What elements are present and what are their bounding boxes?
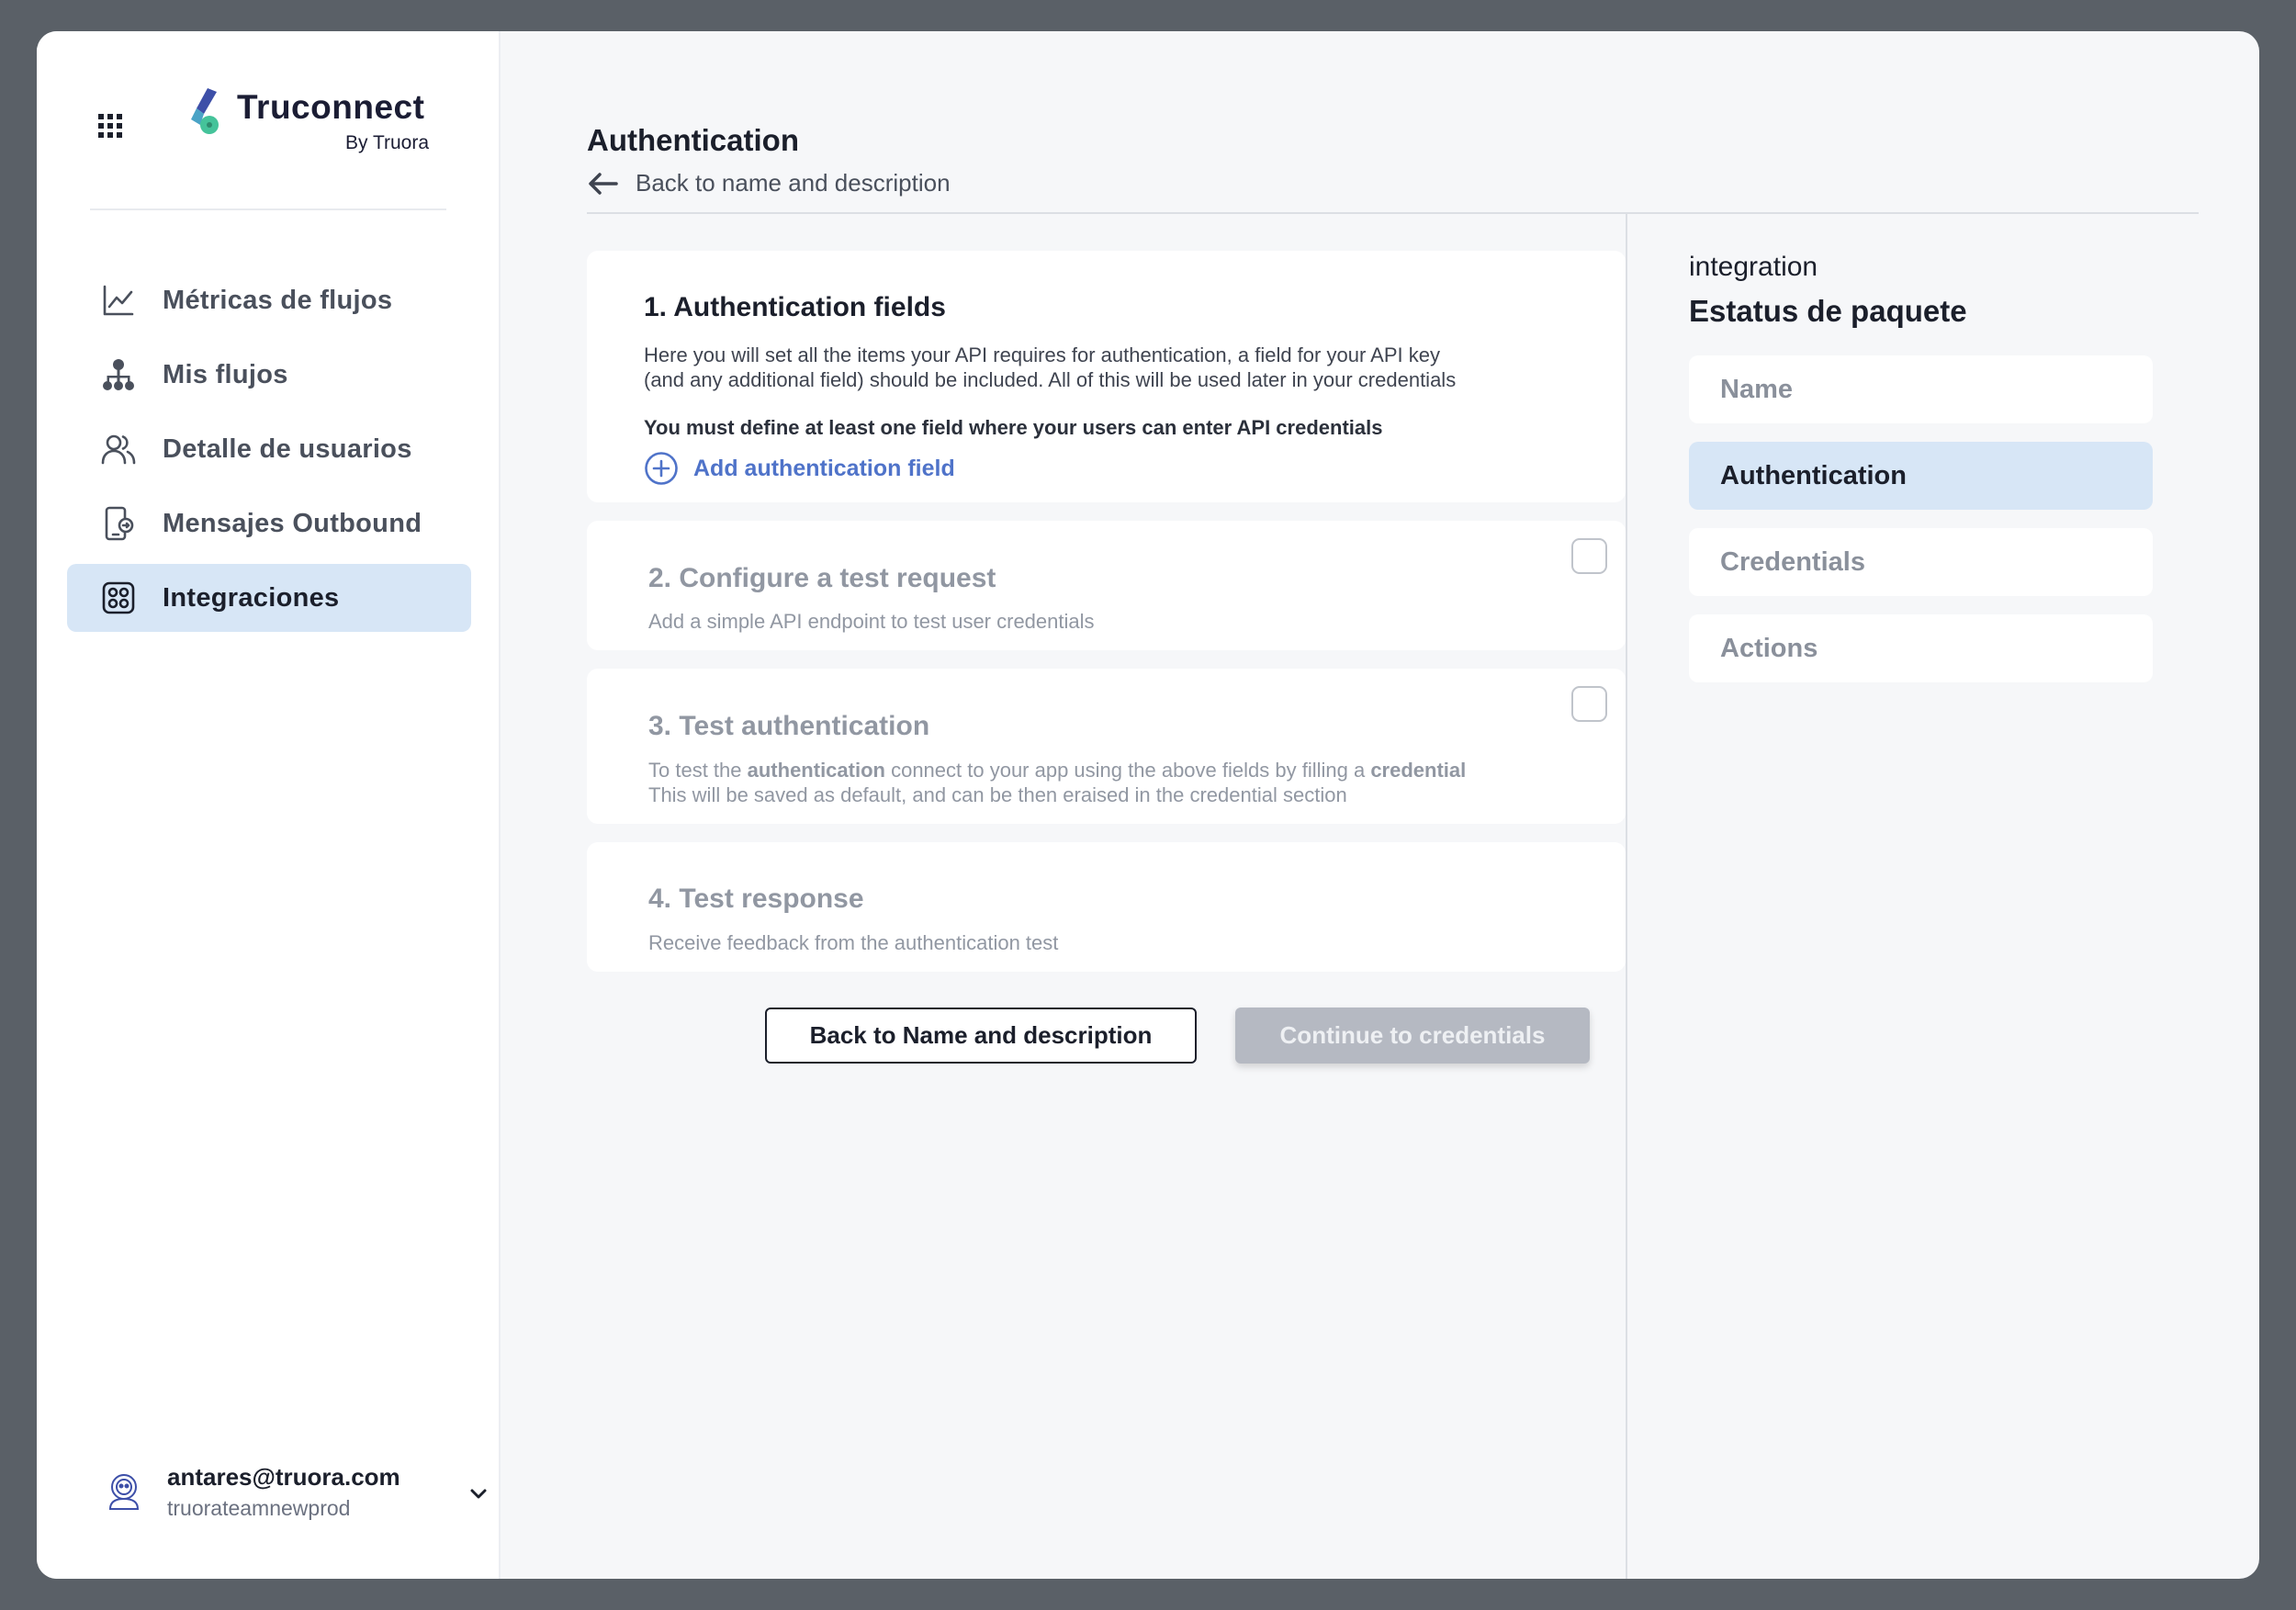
page-title: Authentication [587,123,799,157]
truconnect-logo-icon [191,88,219,134]
step-card-test-authentication: 3. Test authentication To test the authe… [587,669,1626,824]
user-email: antares@truora.com [167,1463,400,1491]
flow-tree-icon [100,356,137,393]
sidebar-item-usuarios[interactable]: Detalle de usuarios [67,415,471,483]
card-description: Receive feedback from the authentication… [648,931,1059,954]
sidebar-item-outbound[interactable]: Mensajes Outbound [67,490,471,557]
card-title: 4. Test response [648,884,864,914]
brand-subtitle: By Truora [345,132,430,153]
users-icon [100,431,137,467]
card-description-line-1: Here you will set all the items your API… [644,343,1440,366]
status-step-credentials[interactable]: Credentials [1689,528,2153,596]
header-divider [587,212,2199,214]
status-step-actions[interactable]: Actions [1689,614,2153,682]
add-field-label: Add authentication field [693,455,955,481]
sidebar-item-metricas[interactable]: Métricas de flujos [67,266,471,334]
step-checkbox[interactable] [1571,686,1607,722]
step-label: Authentication [1720,460,1907,490]
step-label: Credentials [1720,546,1865,577]
panel-kicker: integration [1689,252,1818,282]
sidebar-item-integraciones[interactable]: Integraciones [67,564,471,632]
outbound-message-icon [100,505,137,542]
card-description-line-2: This will be saved as default, and can b… [648,783,1347,806]
arrow-left-icon [589,172,618,195]
back-to-name-button[interactable]: Back to Name and description [765,1008,1197,1064]
card-description: Add a simple API endpoint to test user c… [648,610,1095,633]
app-window: Truconnect By Truora Métricas de flujos [37,31,2259,1579]
card-warning: You must define at least one field where… [644,416,1383,439]
add-authentication-field-button[interactable]: Add authentication field [644,451,955,486]
chevron-down-icon[interactable] [468,1483,489,1503]
panel-title: Estatus de paquete [1689,294,1967,328]
sidebar-item-mis-flujos[interactable]: Mis flujos [67,341,471,409]
plus-circle-icon [645,452,678,485]
card-description-line-2: (and any additional field) should be inc… [644,368,1457,391]
chart-line-icon [100,282,137,319]
card-title: 2. Configure a test request [648,563,996,593]
step-card-authentication-fields: 1. Authentication fields Here you will s… [587,251,1626,502]
sidebar-item-label: Métricas de flujos [163,285,393,315]
card-title: 3. Test authentication [648,711,930,741]
continue-to-credentials-button[interactable]: Continue to credentials [1235,1008,1590,1064]
sidebar-nav: Métricas de flujos Mis flujos Detalle de… [67,266,471,638]
card-description-line-1: To test the authentication connect to yo… [648,759,1467,782]
back-to-name-link[interactable]: Back to name and description [588,169,951,197]
brand-name: Truconnect [237,88,425,126]
user-account-menu[interactable]: antares@truora.com truorateamnewprod [103,1461,487,1526]
sidebar-divider [90,208,446,210]
step-label: Name [1720,374,1793,404]
step-card-configure-request: 2. Configure a test request Add a simple… [587,521,1626,650]
integrations-icon [100,580,137,616]
panel-divider [1626,214,1627,1579]
sidebar-item-label: Integraciones [163,582,340,613]
step-card-test-response: 4. Test response Receive feedback from t… [587,842,1626,972]
step-label: Actions [1720,633,1818,663]
package-status-steps: Name Authentication Credentials Actions [1689,355,2153,701]
back-link-label: Back to name and description [636,169,951,197]
avatar [108,1474,140,1510]
sidebar-item-label: Detalle de usuarios [163,433,412,464]
user-organization: truorateamnewprod [167,1496,351,1520]
status-step-authentication[interactable]: Authentication [1689,442,2153,510]
status-step-name[interactable]: Name [1689,355,2153,423]
sidebar: Truconnect By Truora Métricas de flujos [37,31,501,1579]
sidebar-item-label: Mensajes Outbound [163,508,422,538]
apps-grid-icon[interactable] [96,112,124,140]
step-checkbox[interactable] [1571,538,1607,574]
sidebar-item-label: Mis flujos [163,359,288,389]
card-title: 1. Authentication fields [644,292,946,322]
